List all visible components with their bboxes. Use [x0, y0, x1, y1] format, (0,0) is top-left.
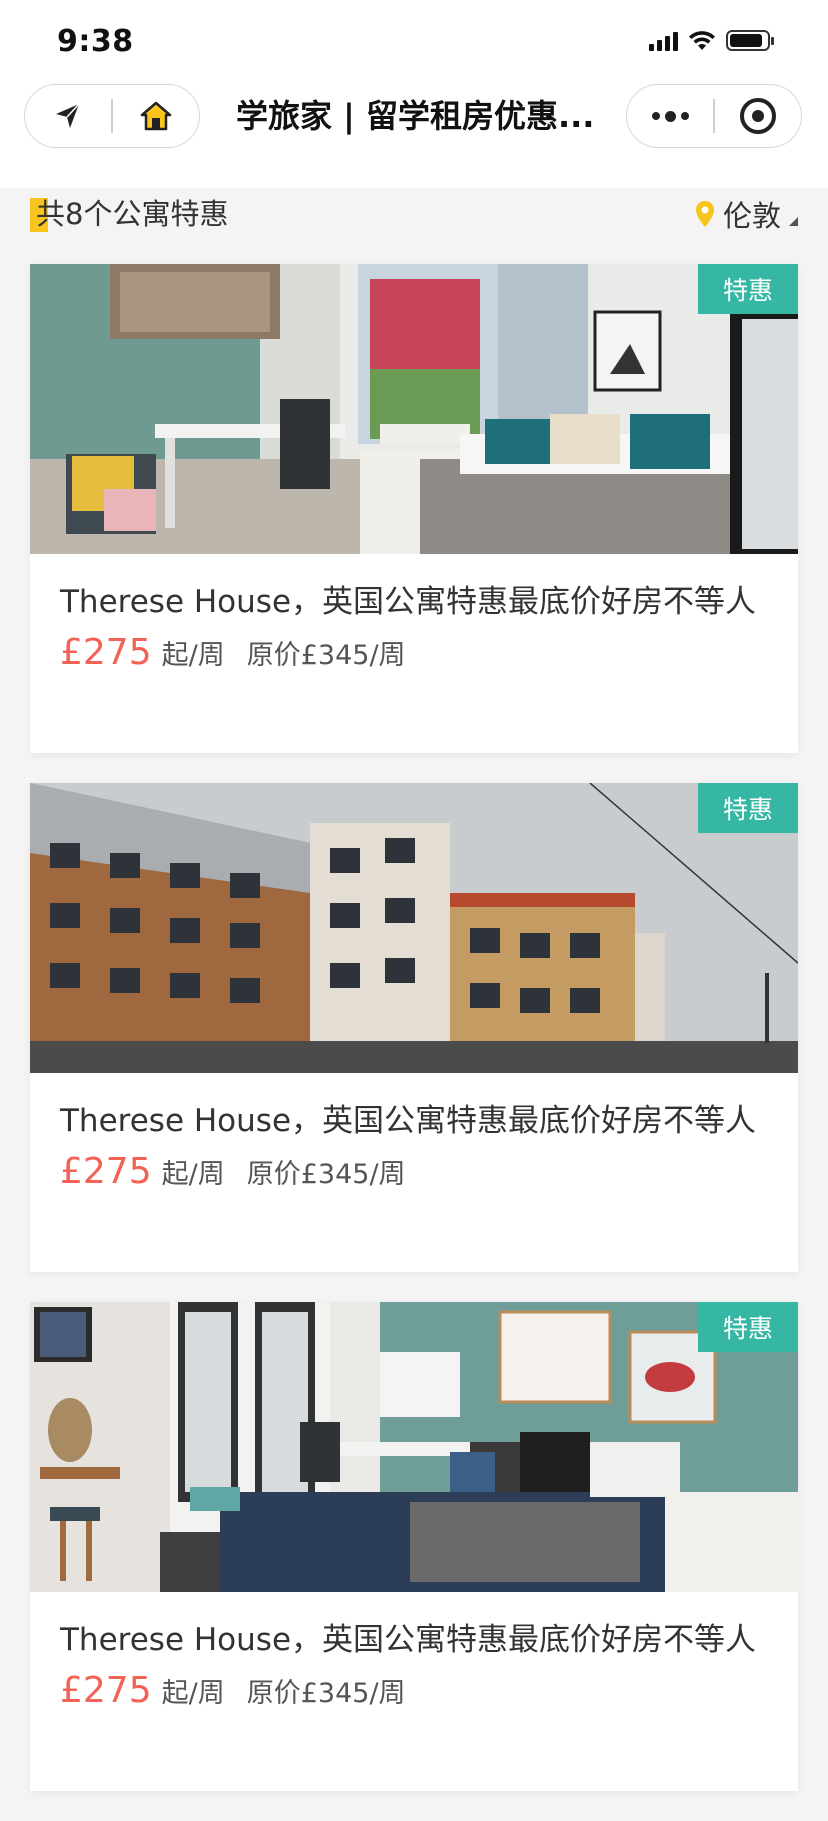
listing-title: Therese House，英国公寓特惠最底价好房不等人 — [60, 584, 757, 620]
more-dots-icon — [651, 110, 689, 122]
page-title: 学旅家 | 留学租房优惠... — [236, 97, 595, 135]
deal-badge: 特惠 — [698, 783, 798, 833]
listing-card[interactable]: 特惠 Therese House，英国公寓特惠最底价好房不等人 £275 起/周… — [30, 264, 798, 753]
more-button[interactable] — [627, 85, 713, 147]
home-icon — [140, 101, 172, 131]
listing-price: £275 — [60, 1151, 152, 1192]
status-bar: 9:38 — [0, 0, 828, 84]
close-miniprogram-button[interactable] — [715, 85, 801, 147]
city-selector[interactable]: 伦敦 — [695, 192, 798, 236]
listing-price: £275 — [60, 632, 152, 673]
listing-price: £275 — [60, 1670, 152, 1711]
cellular-signal-icon — [649, 31, 678, 51]
listing-summary: 共8个公寓特惠 伦敦 — [0, 188, 828, 264]
deal-badge: 特惠 — [698, 1302, 798, 1352]
listing-card[interactable]: 特惠 Therese House，英国公寓特惠最底价好房不等人 £275 起/周… — [30, 1302, 798, 1791]
back-arrow-icon — [56, 103, 80, 128]
nav-right-capsule — [626, 84, 802, 148]
battery-icon — [726, 30, 774, 51]
home-button[interactable] — [113, 85, 199, 147]
price-row: £275 起/周 原价£345/周 — [60, 1670, 768, 1711]
price-row: £275 起/周 原价£345/周 — [60, 632, 768, 673]
listing-card[interactable]: 特惠 Therese House，英国公寓特惠最底价好房不等人 £275 起/周… — [30, 783, 798, 1272]
city-name: 伦敦 — [722, 199, 781, 233]
status-time: 9:38 — [57, 24, 134, 59]
original-price: 原价£345/周 — [246, 1678, 406, 1709]
listing-list: 特惠 Therese House，英国公寓特惠最底价好房不等人 £275 起/周… — [30, 264, 798, 1821]
target-circle-icon — [739, 98, 776, 134]
listing-photo: 特惠 — [30, 264, 798, 554]
listing-photo: 特惠 — [30, 783, 798, 1073]
listing-photo: 特惠 — [30, 1302, 798, 1592]
nav-left-capsule — [24, 84, 200, 148]
listing-title: Therese House，英国公寓特惠最底价好房不等人 — [60, 1622, 757, 1658]
status-icons — [649, 30, 774, 51]
listing-title: Therese House，英国公寓特惠最底价好房不等人 — [60, 1103, 757, 1139]
deal-badge: 特惠 — [698, 264, 798, 314]
dropdown-caret-icon — [789, 216, 798, 226]
original-price: 原价£345/周 — [246, 1159, 406, 1190]
price-unit: 起/周 — [161, 640, 225, 671]
listing-count: 共8个公寓特惠 — [36, 197, 229, 231]
wifi-icon — [689, 30, 715, 50]
price-unit: 起/周 — [161, 1159, 225, 1190]
price-unit: 起/周 — [161, 1678, 225, 1709]
nav-bar: 学旅家 | 留学租房优惠... — [0, 84, 828, 188]
location-pin-icon — [695, 201, 714, 227]
back-button[interactable] — [25, 85, 111, 147]
price-row: £275 起/周 原价£345/周 — [60, 1151, 768, 1192]
original-price: 原价£345/周 — [246, 640, 406, 671]
